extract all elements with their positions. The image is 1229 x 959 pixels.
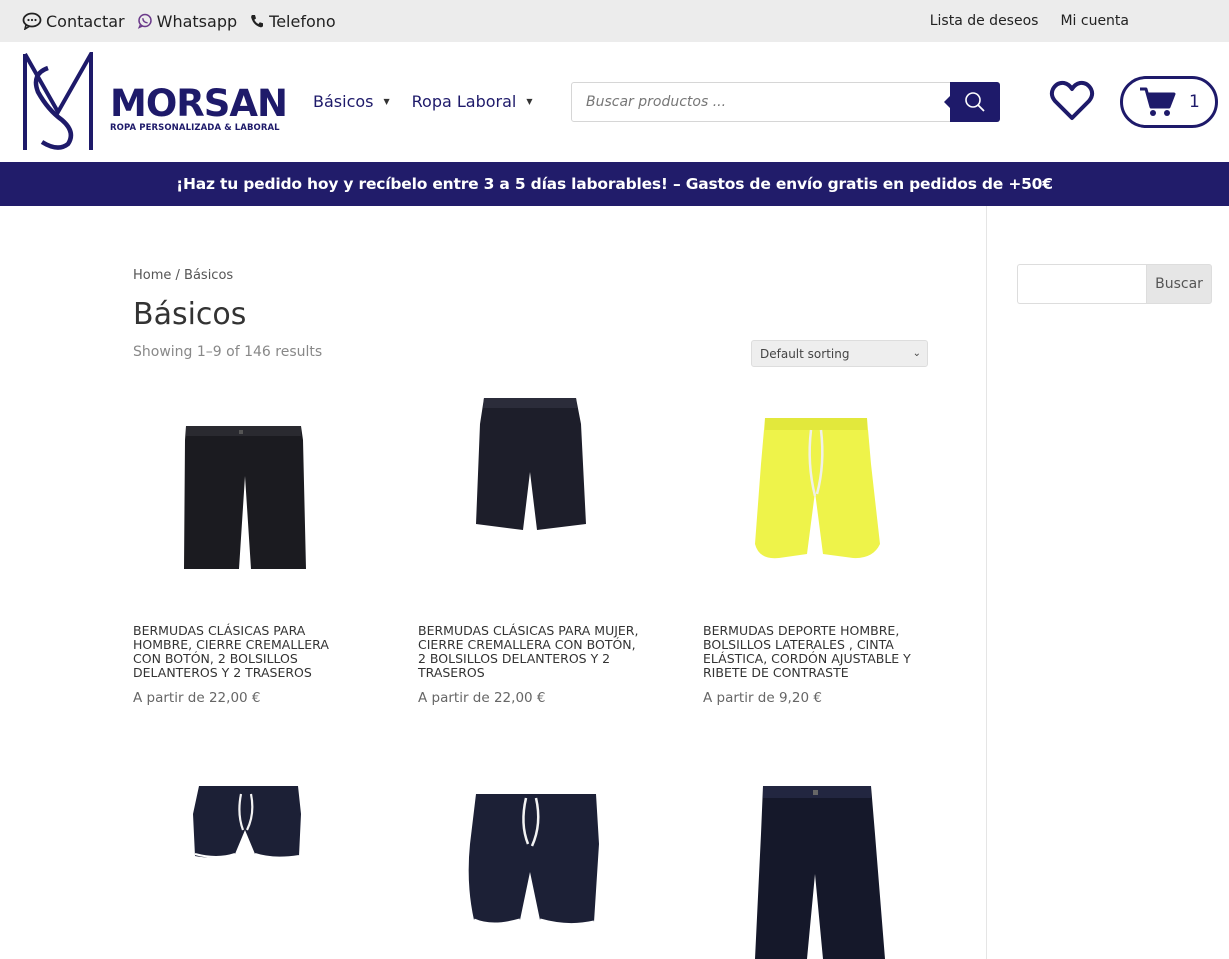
whatsapp-label: Whatsapp — [156, 11, 238, 31]
search-button[interactable] — [944, 82, 1000, 122]
site-header: MORSAN ROPA PERSONALIZADA & LABORAL Bási… — [0, 42, 1229, 162]
sidebar-divider — [986, 206, 987, 959]
phone-link[interactable]: Telefono — [249, 12, 336, 31]
product-name[interactable]: BERMUDAS CLÁSICAS PARA HOMBRE, CIERRE CR… — [133, 624, 359, 680]
sidebar-search: Buscar — [1017, 264, 1212, 304]
product-name[interactable]: BERMUDAS DEPORTE HOMBRE, BOLSILLOS LATER… — [703, 624, 929, 680]
caret-down-icon: ▼ — [526, 97, 533, 106]
cart-button[interactable]: 1 — [1120, 76, 1218, 128]
nav-item-label: Básicos — [313, 92, 374, 111]
brand-name: MORSAN — [110, 82, 288, 125]
product-image[interactable] — [418, 384, 643, 609]
contact-link[interactable]: Contactar — [22, 12, 125, 31]
whatsapp-link[interactable]: Whatsapp — [137, 11, 238, 31]
contact-label: Contactar — [46, 11, 125, 31]
nav-item-label: Ropa Laboral — [411, 92, 517, 111]
search-icon — [965, 92, 985, 112]
search-input[interactable] — [572, 83, 950, 121]
nav-item-ropa-laboral[interactable]: Ropa Laboral ▼ — [412, 92, 533, 111]
logo[interactable]: MORSAN ROPA PERSONALIZADA & LABORAL — [22, 52, 288, 152]
product-image[interactable] — [418, 754, 643, 959]
sorting-selected: Default sorting — [760, 346, 850, 361]
cart-icon — [1140, 87, 1176, 116]
breadcrumb[interactable]: Home / Básicos — [133, 268, 233, 283]
phone-label: Telefono — [269, 11, 336, 31]
chevron-down-icon: ⌄ — [912, 348, 921, 359]
product-name[interactable]: BERMUDAS CLÁSICAS PARA MUJER, CIERRE CRE… — [418, 624, 644, 680]
caret-down-icon: ▼ — [383, 97, 390, 106]
top-bar: Contactar Whatsapp Telefono Lista de des… — [0, 0, 1229, 42]
product-price: A partir de 9,20 € — [703, 690, 822, 706]
sidebar-search-input[interactable] — [1017, 264, 1147, 304]
banner-text: ¡Haz tu pedido hoy y recíbelo entre 3 a … — [176, 175, 1053, 193]
brand-tagline: ROPA PERSONALIZADA & LABORAL — [110, 123, 280, 133]
product-search — [571, 82, 1000, 122]
product-price: A partir de 22,00 € — [418, 690, 546, 706]
nav-item-basicos[interactable]: Básicos ▼ — [313, 92, 390, 111]
phone-icon — [251, 15, 264, 28]
main-nav: Básicos ▼ Ropa Laboral ▼ — [313, 92, 533, 111]
product-price: A partir de 22,00 € — [133, 690, 261, 706]
account-link[interactable]: Mi cuenta — [1060, 13, 1129, 29]
whatsapp-icon — [137, 13, 152, 29]
product-image[interactable] — [703, 384, 928, 609]
page-title: Básicos — [133, 297, 247, 332]
sorting-select[interactable]: Default sorting ⌄ — [751, 340, 928, 367]
cart-count: 1 — [1189, 92, 1200, 112]
wishlist-button[interactable] — [1049, 79, 1095, 123]
heart-icon — [1049, 80, 1095, 120]
result-count: Showing 1–9 of 146 results — [133, 344, 323, 360]
product-image[interactable] — [703, 754, 928, 959]
sidebar-search-button[interactable]: Buscar — [1146, 264, 1212, 304]
chat-icon — [22, 12, 42, 30]
product-image[interactable] — [133, 754, 358, 959]
product-image[interactable] — [133, 384, 358, 609]
shipping-banner: ¡Haz tu pedido hoy y recíbelo entre 3 a … — [0, 162, 1229, 206]
wishlist-link[interactable]: Lista de deseos — [930, 13, 1039, 29]
logo-mark-icon — [23, 52, 93, 150]
